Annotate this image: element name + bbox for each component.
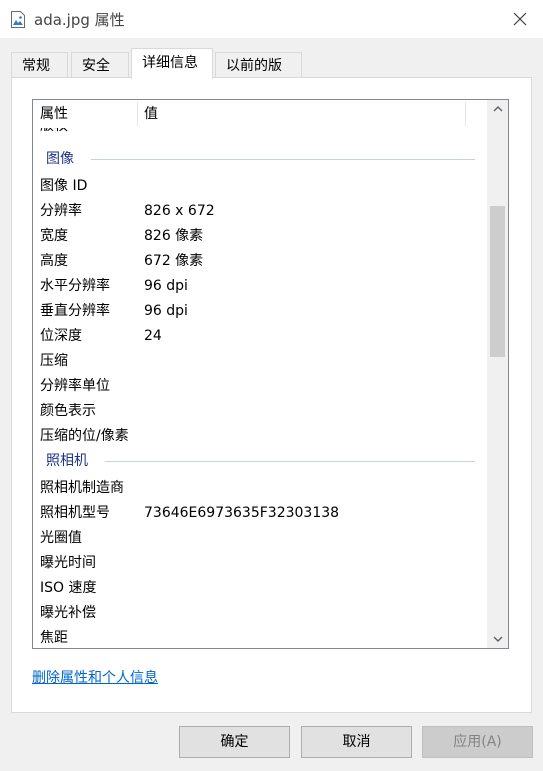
property-name: 压缩的位/像素 — [40, 428, 129, 444]
list-item[interactable]: 宽度 826 像素 — [33, 224, 487, 249]
property-name: 压缩 — [40, 353, 68, 369]
property-value[interactable]: 96 dpi — [144, 299, 188, 324]
list-item[interactable]: 颜色表示 — [33, 399, 487, 424]
chevron-up-icon — [493, 106, 502, 112]
close-button[interactable] — [497, 0, 543, 38]
list-item[interactable]: 位深度 24 — [33, 324, 487, 349]
scroll-thumb[interactable] — [490, 206, 505, 357]
list-item[interactable]: 高度 672 像素 — [33, 249, 487, 274]
property-name: 垂直分辨率 — [40, 303, 110, 319]
property-name: 高度 — [40, 253, 68, 269]
property-list[interactable]: 版权图像图像 ID分辨率826 x 672宽度826 像素高度672 像素水平分… — [32, 99, 509, 649]
image-file-icon — [11, 11, 25, 28]
group-header: 图像 — [33, 147, 487, 172]
column-divider[interactable] — [137, 102, 138, 126]
list-item[interactable]: 曝光补偿 — [33, 601, 487, 626]
property-value[interactable]: 672 像素 — [144, 249, 203, 274]
cancel-button[interactable]: 取消 — [301, 726, 412, 758]
group-divider — [105, 461, 475, 462]
list-item[interactable]: 曝光时间 — [33, 551, 487, 576]
apply-button[interactable]: 应用(A) — [422, 726, 533, 758]
window-title: ada.jpg 属性 — [34, 11, 125, 29]
group-header: 照相机 — [33, 449, 487, 474]
list-header: 属性 值 — [33, 100, 487, 128]
tab-general[interactable]: 常规 — [11, 52, 68, 78]
list-item[interactable]: 焦距 — [33, 626, 487, 648]
list-item[interactable]: 压缩的位/像素 — [33, 424, 487, 449]
property-name: 照相机制造商 — [40, 480, 124, 496]
property-name: 光圈值 — [40, 530, 82, 546]
group-title: 图像 — [46, 151, 74, 167]
list-item[interactable]: 照相机型号 73646E6973635F32303138 — [33, 501, 487, 526]
tab-security[interactable]: 安全 — [71, 52, 129, 78]
list-item[interactable]: 压缩 — [33, 349, 487, 374]
title-bar: ada.jpg 属性 — [0, 0, 543, 38]
property-value[interactable]: 826 x 672 — [144, 199, 215, 224]
list-item[interactable]: 垂直分辨率 96 dpi — [33, 299, 487, 324]
list-item[interactable]: ISO 速度 — [33, 576, 487, 601]
property-name: 图像 ID — [40, 178, 88, 194]
property-name: 分辨率 — [40, 203, 82, 219]
group-title: 照相机 — [46, 453, 88, 469]
property-value[interactable]: 826 像素 — [144, 224, 203, 249]
property-name: 宽度 — [40, 228, 68, 244]
property-name: 水平分辨率 — [40, 278, 110, 294]
tab-details[interactable]: 详细信息 — [131, 48, 213, 79]
property-name: 分辨率单位 — [40, 378, 110, 394]
list-item[interactable]: 水平分辨率 96 dpi — [33, 274, 487, 299]
property-value[interactable]: 73646E6973635F32303138 — [144, 501, 339, 526]
property-name: 位深度 — [40, 328, 82, 344]
scroll-up-button[interactable] — [487, 100, 508, 118]
property-value[interactable]: 96 dpi — [144, 274, 188, 299]
list-item[interactable]: 照相机制造商 — [33, 476, 487, 501]
chevron-down-icon — [493, 636, 502, 642]
property-name: 照相机型号 — [40, 505, 110, 521]
column-header-property[interactable]: 属性 — [40, 100, 68, 128]
property-name: ISO 速度 — [40, 580, 97, 596]
property-name: 曝光补偿 — [40, 605, 96, 621]
close-icon — [513, 12, 527, 26]
ok-button[interactable]: 确定 — [179, 726, 290, 758]
list-item[interactable]: 图像 ID — [33, 174, 487, 199]
property-value[interactable]: 24 — [144, 324, 162, 349]
tab-previous-versions[interactable]: 以前的版本 — [215, 52, 302, 100]
scroll-down-button[interactable] — [487, 630, 508, 648]
list-item[interactable]: 分辨率单位 — [33, 374, 487, 399]
group-divider — [91, 159, 475, 160]
column-header-value[interactable]: 值 — [144, 100, 158, 128]
remove-properties-link[interactable]: 删除属性和个人信息 — [32, 667, 158, 687]
vertical-scrollbar[interactable] — [487, 100, 508, 648]
property-name: 颜色表示 — [40, 403, 96, 419]
column-divider[interactable] — [465, 102, 466, 126]
property-name: 焦距 — [40, 630, 68, 646]
list-item[interactable]: 光圈值 — [33, 526, 487, 551]
list-item[interactable]: 分辨率 826 x 672 — [33, 199, 487, 224]
property-name: 曝光时间 — [40, 555, 96, 571]
